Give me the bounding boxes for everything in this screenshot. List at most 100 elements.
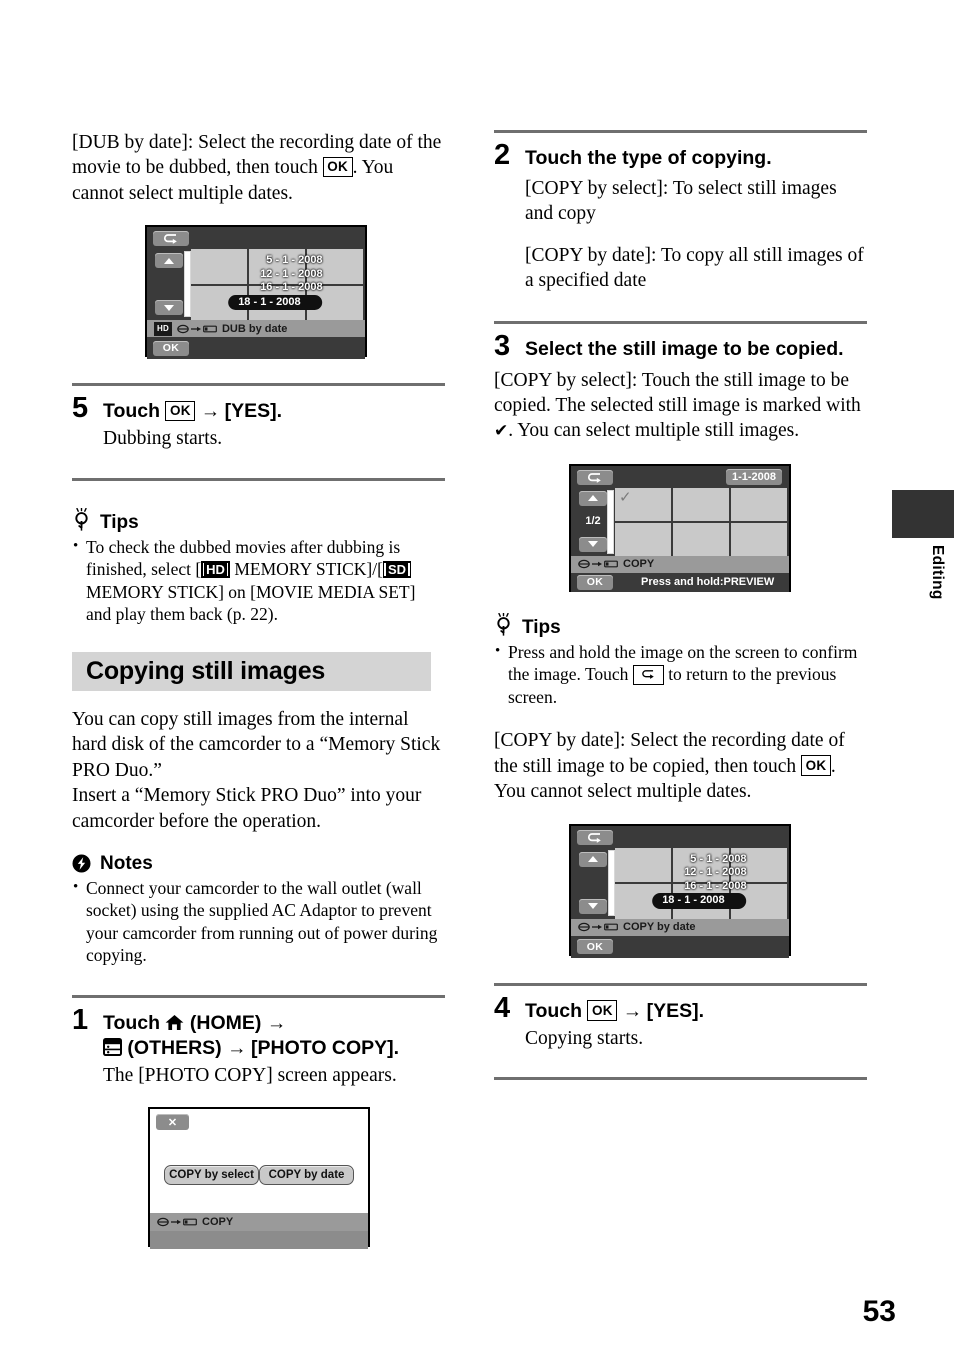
thumbnail-cell[interactable] xyxy=(615,522,671,556)
lcd-status-label: COPY xyxy=(202,1216,234,1229)
tips-title: Tips xyxy=(100,511,139,533)
thumbnail-cell-selected[interactable]: ✓ xyxy=(615,487,671,521)
ok-button[interactable]: OK xyxy=(577,939,613,955)
preview-hint: Press and hold:PREVIEW xyxy=(641,576,775,589)
date-item[interactable]: 5 - 1 - 2008 xyxy=(662,853,746,867)
section-divider xyxy=(494,1076,867,1080)
step-title: Touch the type of copying. xyxy=(525,147,772,169)
return-arrow-icon[interactable] xyxy=(577,829,613,845)
thumbnail-cell[interactable] xyxy=(673,522,729,556)
lcd-bottombar xyxy=(150,1231,368,1250)
lcd-screen-copy-by-select: 1-1-2008 1/2 ✓ COPY OK Press and hold:PR… xyxy=(569,463,791,592)
tips-header: Tips xyxy=(494,612,867,638)
scroll-up-button[interactable] xyxy=(579,851,607,867)
ok-key-glyph: OK xyxy=(322,156,353,178)
dub-by-date-paragraph: [DUB by date]: Select the recording date… xyxy=(72,130,445,206)
lcd-status-label: DUB by date xyxy=(221,322,288,335)
step-body: The [PHOTO COPY] screen appears. xyxy=(103,1064,397,1086)
return-arrow-svg xyxy=(642,670,654,680)
lcd-screen-photo-copy: ✕ COPY by select COPY by date COPY xyxy=(148,1107,370,1250)
copy-by-select-button[interactable]: COPY by select xyxy=(164,1165,259,1186)
arrow-icon: → xyxy=(622,999,642,1022)
others-icon xyxy=(103,1037,122,1056)
return-arrow-icon[interactable] xyxy=(577,469,613,485)
date-item[interactable]: 16 - 1 - 2008 xyxy=(238,281,322,295)
hdd-to-memorystick-icon xyxy=(157,1217,197,1227)
date-item[interactable]: 16 - 1 - 2008 xyxy=(662,880,746,894)
step-title-verb: Touch xyxy=(103,400,161,423)
step-body-part2: . You can select multiple still images. xyxy=(508,420,800,442)
triangle-up-icon xyxy=(588,856,598,863)
left-column: [DUB by date]: Select the recording date… xyxy=(72,130,445,1250)
notes-title: Notes xyxy=(100,852,153,874)
hd-media-badge-icon: HD xyxy=(201,561,230,579)
date-item[interactable]: 5 - 1 - 2008 xyxy=(238,254,322,268)
hd-badge-icon: HD xyxy=(154,321,172,336)
arrow-right-icon xyxy=(190,326,201,331)
ok-button[interactable]: OK xyxy=(153,340,189,356)
tips-list: Press and hold the image on the screen t… xyxy=(494,640,867,709)
ok-key-glyph: OK xyxy=(165,400,196,422)
scrollbar[interactable] xyxy=(184,251,191,318)
date-chip[interactable]: 1-1-2008 xyxy=(725,468,782,485)
tips-title: Tips xyxy=(522,616,561,638)
thumbnail-grid: ✓ xyxy=(615,487,787,556)
hdd-icon xyxy=(177,324,189,333)
scrollbar[interactable] xyxy=(608,849,615,916)
tips-header: Tips xyxy=(72,507,445,533)
scroll-down-button[interactable] xyxy=(155,300,183,316)
step-body: Dubbing starts. xyxy=(103,428,223,450)
lcd-statusbar: HD DUB by date xyxy=(147,320,365,338)
scroll-up-button[interactable] xyxy=(579,490,607,506)
hd-badge-label: HD xyxy=(206,562,225,578)
step-body: Copying starts. xyxy=(525,1027,644,1049)
triangle-up-icon xyxy=(164,257,174,264)
hdd-to-memorystick-icon xyxy=(578,559,618,569)
return-arrow-svg xyxy=(588,832,601,843)
step-4: 4 Touch OK → [YES]. Copying starts. xyxy=(494,993,867,1051)
step-5: 5 Touch OK → [YES]. Dubbing starts. xyxy=(72,394,445,451)
lcd-status-label: COPY xyxy=(623,558,655,571)
triangle-down-icon xyxy=(164,304,174,311)
step-number: 4 xyxy=(494,991,511,1024)
date-item[interactable]: 12 - 1 - 2008 xyxy=(238,268,322,282)
step-title: Touch OK → [YES]. xyxy=(103,399,445,424)
scroll-down-button[interactable] xyxy=(579,898,607,914)
lcd-bottombar: OK xyxy=(571,935,789,958)
memory-stick-icon xyxy=(604,560,618,568)
step-number: 2 xyxy=(494,139,511,171)
date-item-selected[interactable]: 18 - 1 - 2008 xyxy=(228,294,323,311)
section-divider xyxy=(494,320,867,324)
arrow-right-icon xyxy=(592,924,602,930)
close-x-icon[interactable]: ✕ xyxy=(156,1114,189,1131)
thumbnail-grid: 5 - 1 - 2008 12 - 1 - 2008 16 - 1 - 2008… xyxy=(191,249,363,321)
scroll-up-button[interactable] xyxy=(155,253,183,269)
thumbnail-cell[interactable] xyxy=(731,487,787,521)
ok-button[interactable]: OK xyxy=(577,574,613,590)
thumbnail-cell[interactable] xyxy=(673,487,729,521)
return-arrow-icon[interactable] xyxy=(153,231,189,247)
scroll-down-button[interactable] xyxy=(579,536,607,552)
copy-by-date-paragraph: [COPY by date]: Select the recording dat… xyxy=(494,728,867,804)
scrollbar[interactable] xyxy=(607,489,614,554)
hdd-icon xyxy=(578,560,590,569)
date-item-selected[interactable]: 18 - 1 - 2008 xyxy=(652,893,747,909)
memory-stick-icon xyxy=(203,325,217,333)
step-body-part1: [COPY by select]: Touch the still image … xyxy=(494,369,861,417)
hdd-icon xyxy=(578,922,590,932)
date-item[interactable]: 12 - 1 - 2008 xyxy=(662,866,746,880)
copy-by-date-button[interactable]: COPY by date xyxy=(259,1165,354,1186)
notes-callout: Notes Connect your camcorder to the wall… xyxy=(72,854,445,967)
manual-page: [DUB by date]: Select the recording date… xyxy=(0,0,954,1357)
tips-item-part2: MEMORY STICK]/[ xyxy=(229,559,383,580)
notes-list: Connect your camcorder to the wall outle… xyxy=(72,876,445,967)
thumbnail-grid: 5 - 1 - 2008 12 - 1 - 2008 16 - 1 - 2008… xyxy=(615,847,787,919)
notes-header: Notes xyxy=(72,854,445,873)
arrow-icon: → xyxy=(266,1011,286,1034)
section-heading-band: Copying still images xyxy=(72,651,431,691)
section-divider xyxy=(72,477,445,481)
page-number: 53 xyxy=(862,1295,896,1328)
thumbnail-cell[interactable] xyxy=(731,522,787,556)
lcd-screen-copy-by-date: 5 - 1 - 2008 12 - 1 - 2008 16 - 1 - 2008… xyxy=(569,823,791,958)
arrow-icon: → xyxy=(200,400,220,423)
